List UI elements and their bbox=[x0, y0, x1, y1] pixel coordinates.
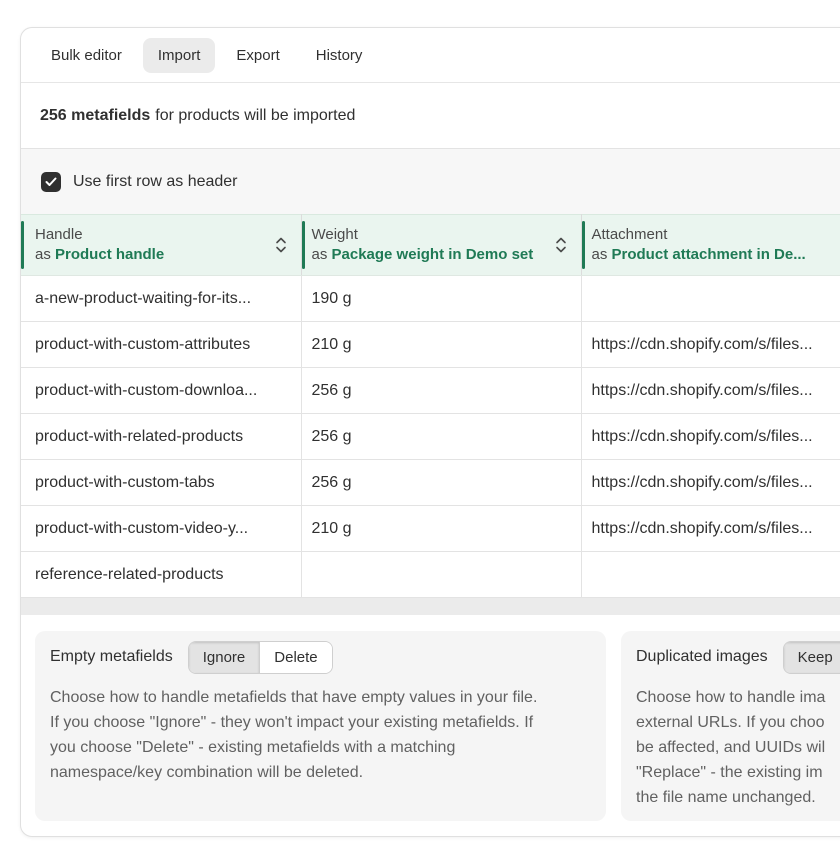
attachment-cell: https://cdn.shopify.com/s/files... bbox=[581, 505, 840, 552]
first-row-header-option: Use first row as header bbox=[21, 149, 840, 214]
handle-cell: product-with-custom-tabs bbox=[21, 459, 302, 506]
column-header-handle[interactable]: Handle as Product handle bbox=[21, 214, 302, 276]
column-header-weight[interactable]: Weight as Package weight in Demo set bbox=[301, 214, 582, 276]
weight-cell: 190 g bbox=[301, 275, 582, 322]
column-accent-bar bbox=[301, 221, 305, 269]
attachment-cell: https://cdn.shopify.com/s/files... bbox=[581, 367, 840, 414]
first-row-header-checkbox[interactable] bbox=[41, 171, 61, 192]
import-summary: 256 metafields for products will be impo… bbox=[21, 83, 840, 149]
weight-cell: 210 g bbox=[301, 505, 582, 552]
empty-metafields-description: Choose how to handle metafields that hav… bbox=[50, 689, 538, 781]
handle-cell: product-with-custom-downloa... bbox=[21, 367, 302, 414]
duplicated-images-title: Duplicated images bbox=[636, 648, 768, 665]
column-name: Weight bbox=[311, 226, 358, 243]
column-mapping: Product attachment in De... bbox=[611, 246, 806, 263]
weight-cell: 210 g bbox=[301, 321, 582, 368]
column-accent-bar bbox=[21, 221, 24, 269]
table-row: product-with-custom-attributes 210 g htt… bbox=[21, 321, 840, 368]
mapping-table: Handle as Product handle Weight as Packa… bbox=[21, 214, 840, 598]
tab-import[interactable]: Import bbox=[142, 37, 216, 73]
tab-export[interactable]: Export bbox=[221, 38, 294, 73]
import-card: Bulk editor Import Export History 256 me… bbox=[20, 27, 840, 837]
table-row: reference-related-products bbox=[21, 551, 840, 598]
attachment-cell bbox=[581, 551, 840, 598]
duplicated-images-description: Choose how to handle ima external URLs. … bbox=[636, 689, 826, 806]
empty-metafields-title: Empty metafields bbox=[50, 648, 173, 665]
table-row: product-with-custom-tabs 256 g https://c… bbox=[21, 459, 840, 506]
empty-metafields-toggle: Ignore Delete bbox=[187, 640, 333, 674]
attachment-cell bbox=[581, 275, 840, 322]
metafield-count: 256 metafields bbox=[40, 106, 151, 124]
chevron-up-down-icon[interactable] bbox=[275, 236, 287, 254]
delete-option-button[interactable]: Delete bbox=[259, 641, 332, 673]
column-mapping: Product handle bbox=[55, 246, 165, 263]
column-header-attachment[interactable]: Attachment as Product attachment in De..… bbox=[581, 214, 840, 276]
tab-history[interactable]: History bbox=[301, 38, 378, 73]
handle-cell: a-new-product-waiting-for-its... bbox=[21, 275, 302, 322]
column-name: Handle bbox=[35, 226, 83, 243]
handle-cell: product-with-related-products bbox=[21, 413, 302, 460]
tab-bulk-editor[interactable]: Bulk editor bbox=[36, 38, 137, 73]
handle-cell: product-with-custom-video-y... bbox=[21, 505, 302, 552]
weight-cell: 256 g bbox=[301, 459, 582, 506]
tab-bar: Bulk editor Import Export History bbox=[21, 28, 840, 83]
duplicated-images-toggle: Keep bbox=[782, 640, 840, 674]
table-row: product-with-related-products 256 g http… bbox=[21, 413, 840, 460]
attachment-cell: https://cdn.shopify.com/s/files... bbox=[581, 459, 840, 506]
chevron-up-down-icon[interactable] bbox=[555, 236, 567, 254]
ignore-option-button[interactable]: Ignore bbox=[188, 641, 260, 673]
table-row: product-with-custom-video-y... 210 g htt… bbox=[21, 505, 840, 552]
duplicated-images-panel: Duplicated images Keep Choose how to han… bbox=[621, 631, 840, 821]
table-row: a-new-product-waiting-for-its... 190 g bbox=[21, 275, 840, 322]
column-name: Attachment bbox=[591, 226, 668, 243]
checkmark-icon bbox=[45, 177, 57, 186]
summary-text: for products will be imported bbox=[155, 106, 356, 124]
column-accent-bar bbox=[581, 221, 585, 269]
attachment-cell: https://cdn.shopify.com/s/files... bbox=[581, 321, 840, 368]
weight-cell: 256 g bbox=[301, 413, 582, 460]
handle-cell: reference-related-products bbox=[21, 551, 302, 598]
column-mapping: Package weight in Demo set bbox=[331, 246, 534, 263]
weight-cell bbox=[301, 551, 582, 598]
first-row-header-label: Use first row as header bbox=[73, 172, 238, 190]
table-row: product-with-custom-downloa... 256 g htt… bbox=[21, 367, 840, 414]
horizontal-scrollbar-track[interactable] bbox=[21, 598, 840, 615]
attachment-cell: https://cdn.shopify.com/s/files... bbox=[581, 413, 840, 460]
weight-cell: 256 g bbox=[301, 367, 582, 414]
import-settings: Empty metafields Ignore Delete Choose ho… bbox=[21, 615, 840, 825]
handle-cell: product-with-custom-attributes bbox=[21, 321, 302, 368]
keep-option-button[interactable]: Keep bbox=[783, 641, 840, 673]
empty-metafields-panel: Empty metafields Ignore Delete Choose ho… bbox=[35, 631, 606, 821]
